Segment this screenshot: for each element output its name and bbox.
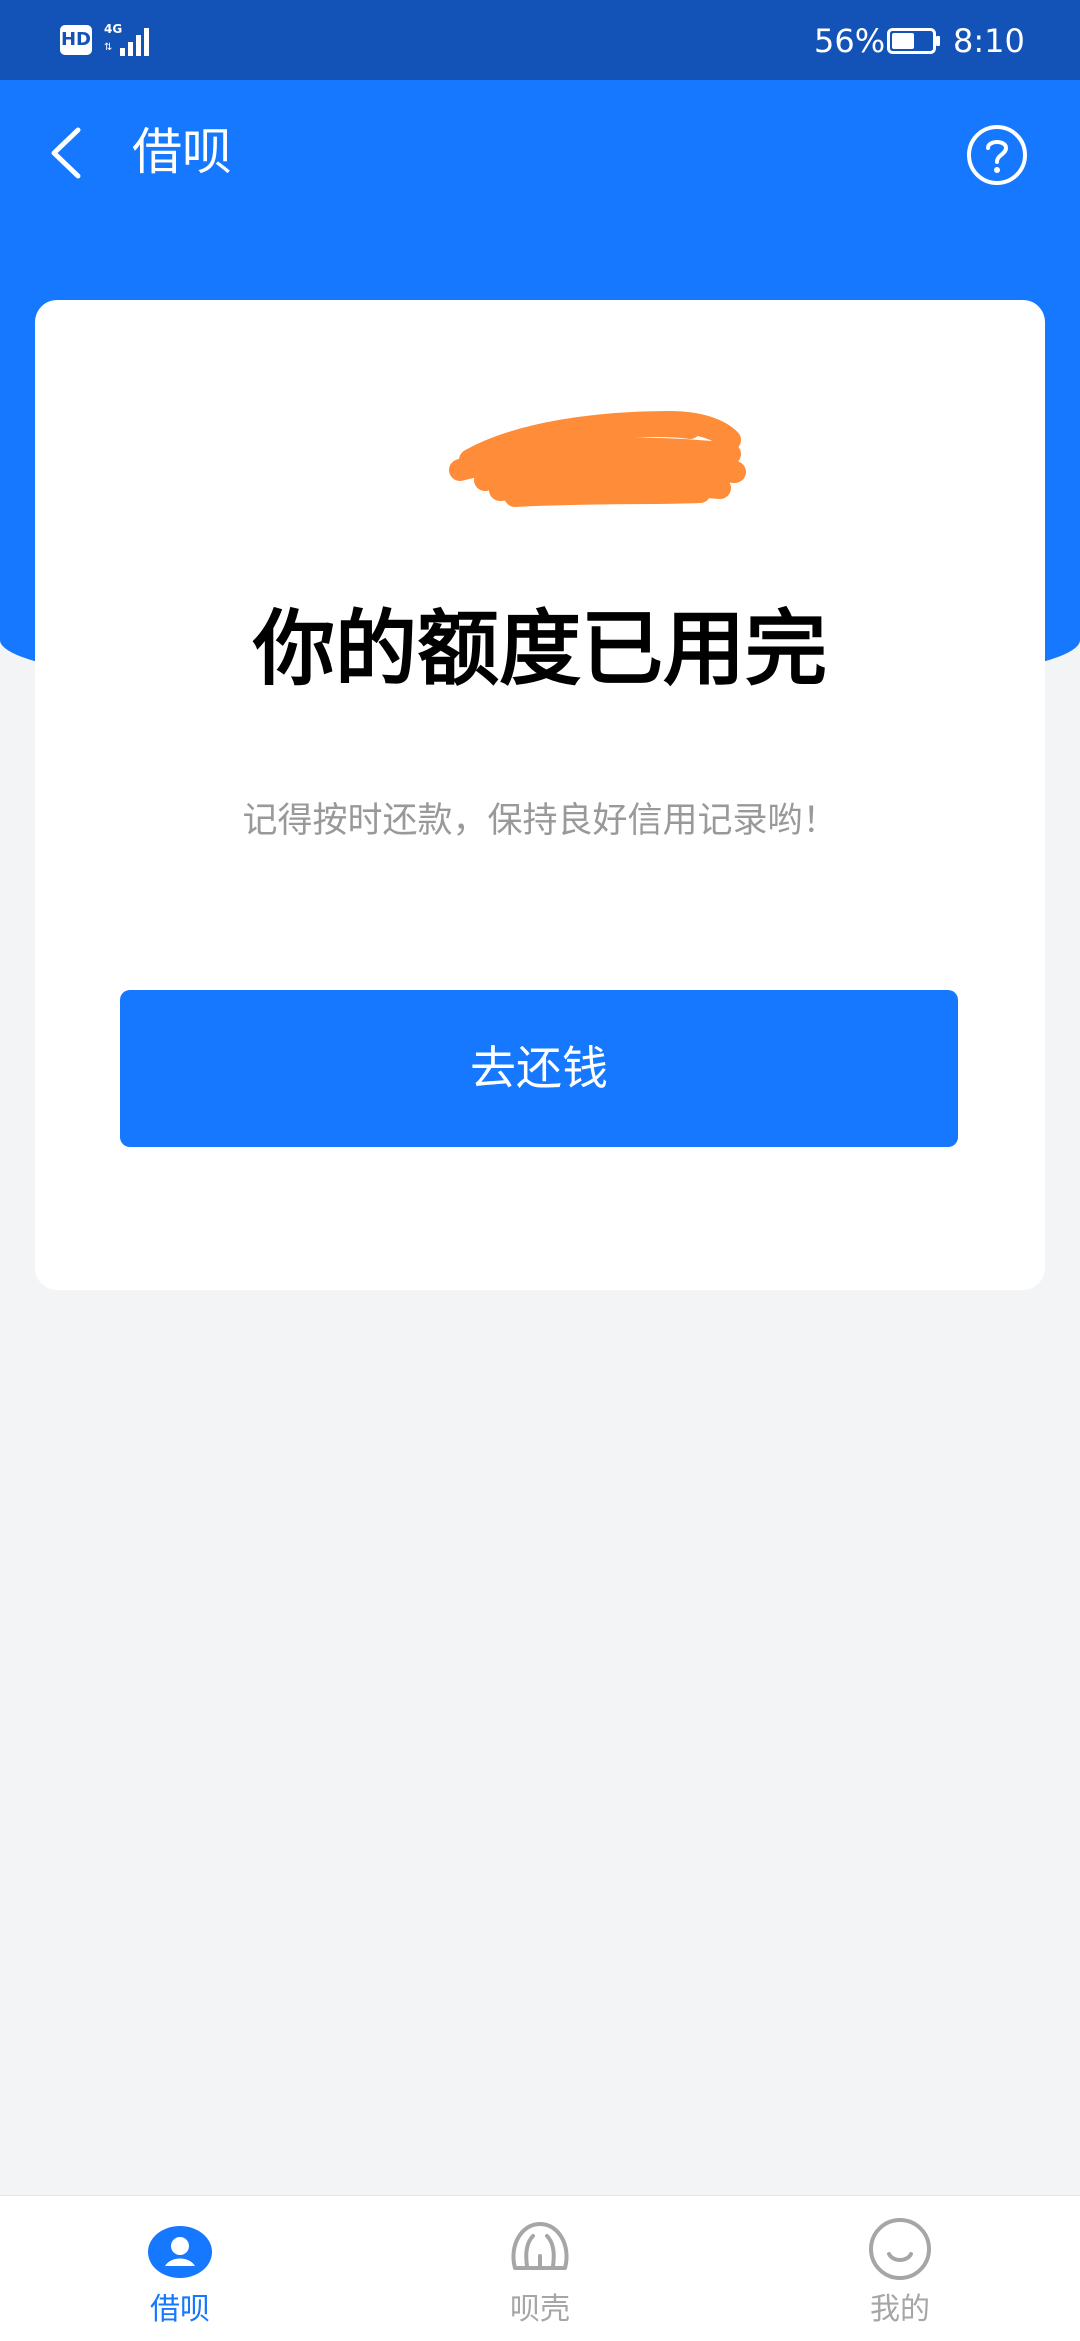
back-button[interactable] xyxy=(40,118,96,188)
chevron-left-icon xyxy=(51,127,81,179)
smile-icon xyxy=(869,2218,931,2280)
tab-jiebei-label: 借呗 xyxy=(150,2292,210,2327)
svg-text:⇅: ⇅ xyxy=(104,42,112,53)
jiebei-icon xyxy=(148,2226,212,2278)
repay-button[interactable]: 去还钱 xyxy=(120,990,958,1147)
quota-title: 你的额度已用完 xyxy=(252,602,827,697)
help-button[interactable] xyxy=(966,124,1028,186)
tab-mine[interactable]: 我的 xyxy=(780,2196,1020,2341)
bottom-tab-bar: 借呗 呗壳 我的 xyxy=(0,2195,1080,2341)
svg-text:4G: 4G xyxy=(104,22,122,36)
signal-icon: 4G ⇅ xyxy=(104,22,149,56)
battery-percent: 56% xyxy=(814,22,886,60)
question-circle-icon xyxy=(967,125,1027,185)
hd-badge: HD xyxy=(60,25,92,55)
quota-card: 你的额度已用完 记得按时还款，保持良好信用记录哟！ 去还钱 xyxy=(35,300,1045,1290)
page-title: 借呗 xyxy=(132,123,232,181)
tab-beike-label: 呗壳 xyxy=(510,2292,570,2327)
battery-icon xyxy=(887,28,940,54)
shell-icon xyxy=(511,2222,569,2270)
tab-jiebei[interactable]: 借呗 xyxy=(60,2196,300,2341)
quota-subtitle: 记得按时还款，保持良好信用记录哟！ xyxy=(242,801,838,841)
tab-beike[interactable]: 呗壳 xyxy=(420,2196,660,2341)
redaction-scribble xyxy=(449,410,746,507)
status-bar: HD 4G ⇅ 56% 8:10 xyxy=(0,0,1080,80)
clock: 8:10 xyxy=(953,22,1025,60)
tab-mine-label: 我的 xyxy=(870,2292,930,2327)
